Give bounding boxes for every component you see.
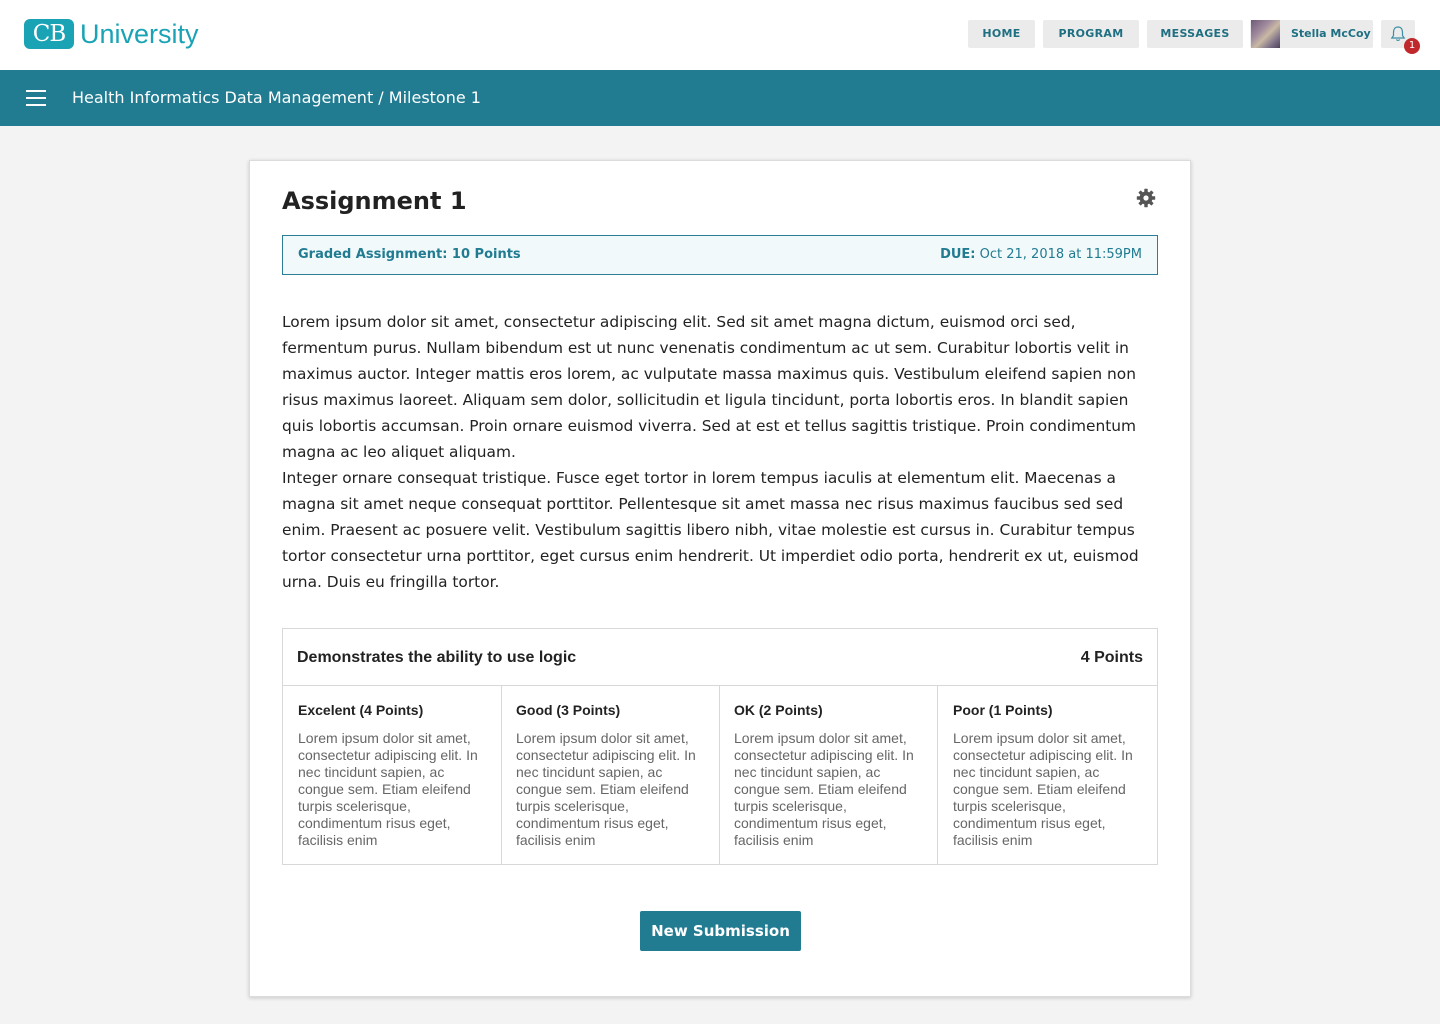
logo-mark: CB — [24, 19, 74, 49]
rubric-criterion: Excelent (4 Points) Lorem ipsum dolor si… — [283, 686, 502, 864]
due-label: DUE: — [940, 247, 976, 262]
rubric-table: Demonstrates the ability to use logic 4 … — [282, 628, 1158, 865]
description-paragraph: Lorem ipsum dolor sit amet, consectetur … — [282, 313, 1137, 461]
nav-home-button[interactable]: HOME — [968, 20, 1035, 48]
page-title: Assignment 1 — [282, 187, 467, 215]
nav-messages-button[interactable]: MESSAGES — [1147, 20, 1243, 48]
rubric-header: Demonstrates the ability to use logic 4 … — [283, 629, 1157, 686]
rubric-criterion: Good (3 Points) Lorem ipsum dolor sit am… — [501, 686, 720, 864]
graded-points: Graded Assignment: 10 Points — [298, 247, 521, 262]
logo-text: University — [80, 19, 199, 49]
breadcrumb: Health Informatics Data Management / Mil… — [72, 88, 481, 107]
user-name: Stella McCoy — [1291, 27, 1371, 40]
rubric-criterion: Poor (1 Points) Lorem ipsum dolor sit am… — [938, 686, 1157, 864]
criterion-label: Good (3 Points) — [516, 702, 621, 718]
bell-icon — [1390, 26, 1406, 42]
avatar — [1251, 20, 1280, 48]
due-value: Oct 21, 2018 at 11:59PM — [979, 247, 1142, 262]
gear-icon[interactable] — [1136, 188, 1156, 208]
notification-badge: 1 — [1404, 38, 1420, 54]
user-menu[interactable]: Stella McCoy — [1250, 20, 1373, 48]
logo[interactable]: CB University — [24, 19, 199, 49]
new-submission-button[interactable]: New Submission — [640, 911, 801, 951]
course-bar: Health Informatics Data Management / Mil… — [0, 70, 1440, 126]
criterion-description: Lorem ipsum dolor sit amet, consectetur … — [953, 730, 1133, 848]
criterion-description: Lorem ipsum dolor sit amet, consectetur … — [516, 730, 696, 848]
menu-icon[interactable] — [26, 90, 46, 106]
rubric-title: Demonstrates the ability to use logic — [297, 649, 577, 666]
description-paragraph: Integer ornare consequat tristique. Fusc… — [282, 469, 1139, 591]
criterion-label: Excelent (4 Points) — [298, 702, 424, 718]
top-header: CB University HOME PROGRAM MESSAGES Stel… — [0, 0, 1440, 70]
due-date: DUE: Oct 21, 2018 at 11:59PM — [940, 236, 1142, 274]
assignment-card: Assignment 1 Graded Assignment: 10 Point… — [249, 160, 1191, 997]
criterion-description: Lorem ipsum dolor sit amet, consectetur … — [298, 730, 478, 848]
rubric-points: 4 Points — [1080, 649, 1143, 666]
assignment-info-bar: Graded Assignment: 10 Points DUE: Oct 21… — [282, 235, 1158, 275]
criterion-description: Lorem ipsum dolor sit amet, consectetur … — [734, 730, 914, 848]
rubric-criterion: OK (2 Points) Lorem ipsum dolor sit amet… — [719, 686, 938, 864]
nav-program-button[interactable]: PROGRAM — [1043, 20, 1139, 48]
criterion-label: OK (2 Points) — [734, 702, 823, 718]
criterion-label: Poor (1 Points) — [953, 702, 1053, 718]
